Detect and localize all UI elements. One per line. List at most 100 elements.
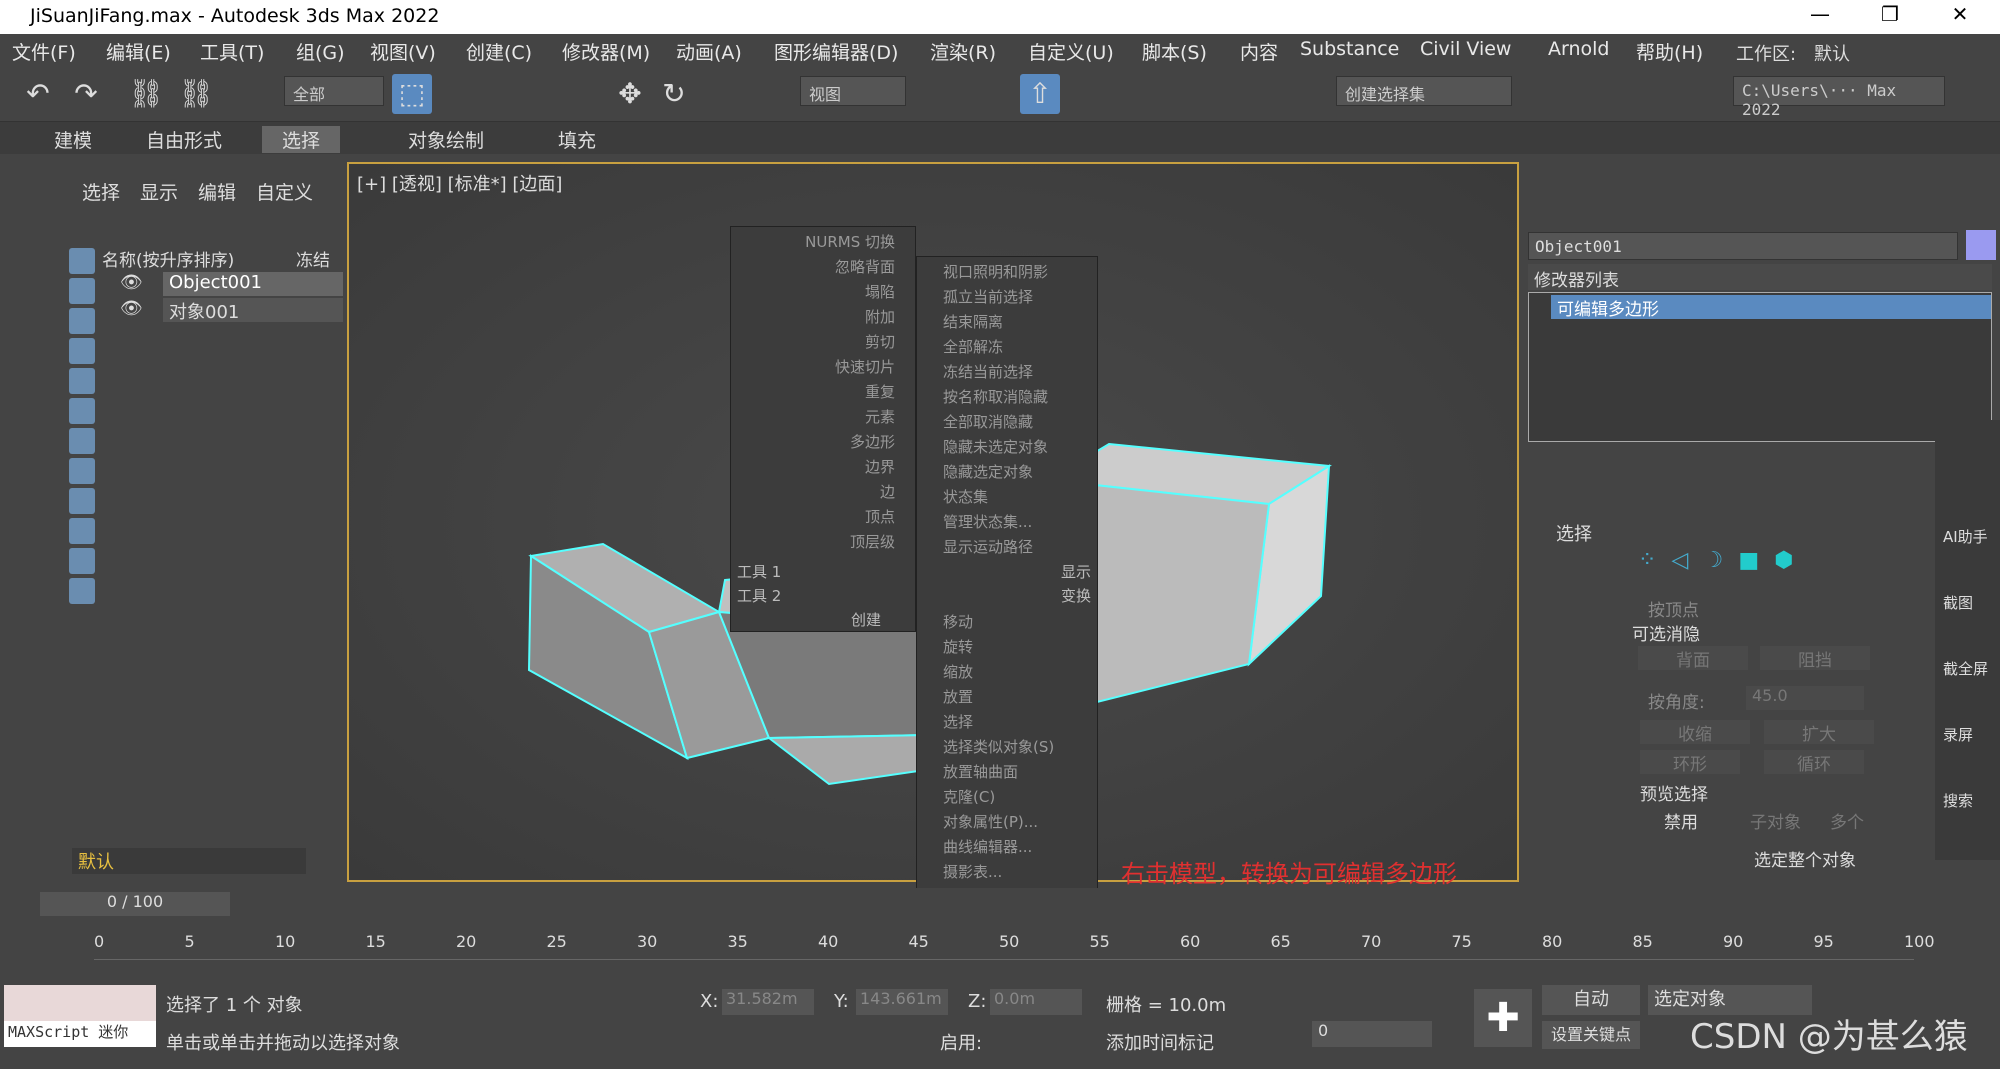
select-object-icon[interactable]: ⬚ xyxy=(392,74,432,114)
quad-item[interactable]: 孤立当前选择 xyxy=(943,286,1033,307)
maximize-button[interactable]: ❐ xyxy=(1860,2,1920,32)
quad-item[interactable]: 显示运动路径 xyxy=(943,536,1033,557)
grow-button[interactable]: 扩大 xyxy=(1764,720,1874,745)
explorer-tab[interactable]: 选择 xyxy=(82,178,120,205)
frame-slider[interactable]: 0 / 100 xyxy=(40,892,230,916)
quad-item[interactable]: 选择类似对象(S) xyxy=(943,736,1054,757)
ribbon-tab[interactable]: 建模 xyxy=(54,126,92,153)
display-cameras-icon[interactable] xyxy=(69,338,95,364)
quad-item[interactable]: 顶层级 xyxy=(850,531,895,552)
quad-item[interactable]: 多边形 xyxy=(850,431,895,452)
display-bones-icon[interactable] xyxy=(69,488,95,514)
quad-item[interactable]: 视口照明和阴影 xyxy=(943,261,1048,282)
quad-item[interactable]: 剪切 xyxy=(865,331,895,352)
set-key-button[interactable]: 设置关键点 xyxy=(1542,1021,1640,1049)
link-icon[interactable]: ⛓ xyxy=(126,74,166,114)
by-angle-checkbox[interactable]: 按角度: xyxy=(1648,688,1705,713)
assistant-button[interactable]: 录屏 xyxy=(1943,724,1973,745)
quad-item[interactable]: 冻结当前选择 xyxy=(943,361,1033,382)
minimize-button[interactable]: — xyxy=(1790,2,1850,32)
quad-item[interactable]: 附加 xyxy=(865,306,895,327)
quad-item[interactable]: 隐藏选定对象 xyxy=(943,461,1033,482)
menu-item[interactable]: 内容 xyxy=(1240,38,1278,65)
polygon-icon[interactable]: ■ xyxy=(1738,548,1759,573)
quad-item[interactable]: 全部取消隐藏 xyxy=(943,411,1033,432)
object-row-object001[interactable]: Object001 xyxy=(163,272,343,296)
vertex-icon[interactable]: ⁘ xyxy=(1638,548,1656,573)
ribbon-tab[interactable]: 自由形式 xyxy=(146,126,222,153)
add-time-tag[interactable]: 添加时间标记 xyxy=(1106,1029,1214,1055)
display-containers-icon[interactable] xyxy=(69,518,95,544)
quad-item[interactable]: 重复 xyxy=(865,381,895,402)
reference-coord-dropdown[interactable]: 视图 xyxy=(800,76,906,106)
preview-subobj-radio[interactable]: 子对象 xyxy=(1750,808,1801,833)
maxscript-mini[interactable]: MAXScript 迷你 xyxy=(4,1021,156,1047)
workspace-value[interactable]: 默认 xyxy=(1814,40,1850,66)
angle-spinner[interactable]: 45.0 xyxy=(1746,686,1864,710)
move-icon[interactable]: ✥ xyxy=(610,74,650,114)
menu-item[interactable]: Civil View xyxy=(1420,38,1511,60)
named-selection-dropdown[interactable]: 创建选择集 xyxy=(1336,76,1512,106)
quad-item[interactable]: 移动 xyxy=(943,611,973,632)
current-frame-field[interactable]: 0 xyxy=(1312,1021,1432,1047)
shrink-button[interactable]: 收缩 xyxy=(1640,720,1750,745)
stack-item-editable-poly[interactable]: 可编辑多边形 xyxy=(1551,295,1991,320)
menu-item[interactable]: 文件(F) xyxy=(12,38,76,65)
set-key-icon[interactable]: ✚ xyxy=(1474,989,1532,1047)
display-hidden-icon[interactable] xyxy=(69,578,95,604)
rollout-title[interactable]: 选择 xyxy=(1556,520,1592,546)
quad-item[interactable]: 边界 xyxy=(865,456,895,477)
quad-item[interactable]: 边 xyxy=(880,481,895,502)
quad-item[interactable]: 状态集 xyxy=(943,486,988,507)
assistant-button[interactable]: AI助手 xyxy=(1943,526,1988,547)
display-xrefs-icon[interactable] xyxy=(69,458,95,484)
quad-item[interactable]: 缩放 xyxy=(943,661,973,682)
menu-item[interactable]: 渲染(R) xyxy=(930,38,996,65)
menu-item[interactable]: Substance xyxy=(1300,38,1399,60)
quad-item[interactable]: 全部解冻 xyxy=(943,336,1003,357)
display-groups-icon[interactable] xyxy=(69,428,95,454)
quad-item[interactable]: 选择 xyxy=(943,711,973,732)
auto-key-button[interactable]: 自动 xyxy=(1542,985,1640,1015)
quad-item[interactable]: 顶点 xyxy=(865,506,895,527)
quad-item[interactable]: 放置轴曲面 xyxy=(943,761,1018,782)
eye-icon[interactable]: 👁 xyxy=(120,298,143,319)
quad-item[interactable]: 按名称取消隐藏 xyxy=(943,386,1048,407)
ring-button[interactable]: 环形 xyxy=(1640,750,1740,775)
eye-icon[interactable]: 👁 xyxy=(120,272,143,293)
x-coord[interactable]: 31.582m xyxy=(722,989,814,1015)
unlink-icon[interactable]: ⛓ xyxy=(176,74,216,114)
quad-item[interactable]: NURMS 切换 xyxy=(805,231,895,252)
loop-button[interactable]: 循环 xyxy=(1764,750,1864,775)
quad-item[interactable]: 元素 xyxy=(865,406,895,427)
undo-icon[interactable]: ↶ xyxy=(18,74,58,114)
quad-item[interactable]: 曲线编辑器... xyxy=(943,836,1032,857)
menu-item[interactable]: 修改器(M) xyxy=(562,38,650,65)
display-lights-icon[interactable] xyxy=(69,308,95,334)
quad-item[interactable]: 忽略背面 xyxy=(835,256,895,277)
redo-icon[interactable]: ↷ xyxy=(66,74,106,114)
project-path[interactable]: C:\Users\··· Max 2022 xyxy=(1733,76,1945,119)
element-icon[interactable]: ⬢ xyxy=(1774,548,1793,573)
preview-multi-radio[interactable]: 多个 xyxy=(1830,808,1864,833)
quad-item[interactable]: 管理状态集... xyxy=(943,511,1032,532)
menu-item[interactable]: 组(G) xyxy=(296,38,345,65)
menu-item[interactable]: 工具(T) xyxy=(200,38,264,65)
rotate-icon[interactable]: ↻ xyxy=(654,74,694,114)
preview-disable-radio[interactable]: 禁用 xyxy=(1664,808,1698,833)
selection-filter-dropdown[interactable]: 全部 xyxy=(284,76,384,106)
quad-item[interactable]: 放置 xyxy=(943,686,973,707)
display-objects-icon[interactable] xyxy=(69,248,95,274)
quad-item[interactable]: 对象属性(P)... xyxy=(943,811,1038,832)
ribbon-tab[interactable]: 对象绘制 xyxy=(408,126,484,153)
quad-item[interactable]: 塌陷 xyxy=(865,281,895,302)
explorer-tab[interactable]: 编辑 xyxy=(198,178,236,205)
maxscript-listener[interactable] xyxy=(4,985,156,1021)
object-row-object001-cn[interactable]: 对象001 xyxy=(163,298,343,323)
by-vertex-checkbox[interactable]: 按顶点 xyxy=(1648,596,1699,621)
menu-item[interactable]: 图形编辑器(D) xyxy=(774,38,898,65)
menu-item[interactable]: 创建(C) xyxy=(466,38,532,65)
display-spacewarps-icon[interactable] xyxy=(69,398,95,424)
explorer-tab[interactable]: 自定义 xyxy=(256,178,313,205)
menu-item[interactable]: 脚本(S) xyxy=(1142,38,1207,65)
